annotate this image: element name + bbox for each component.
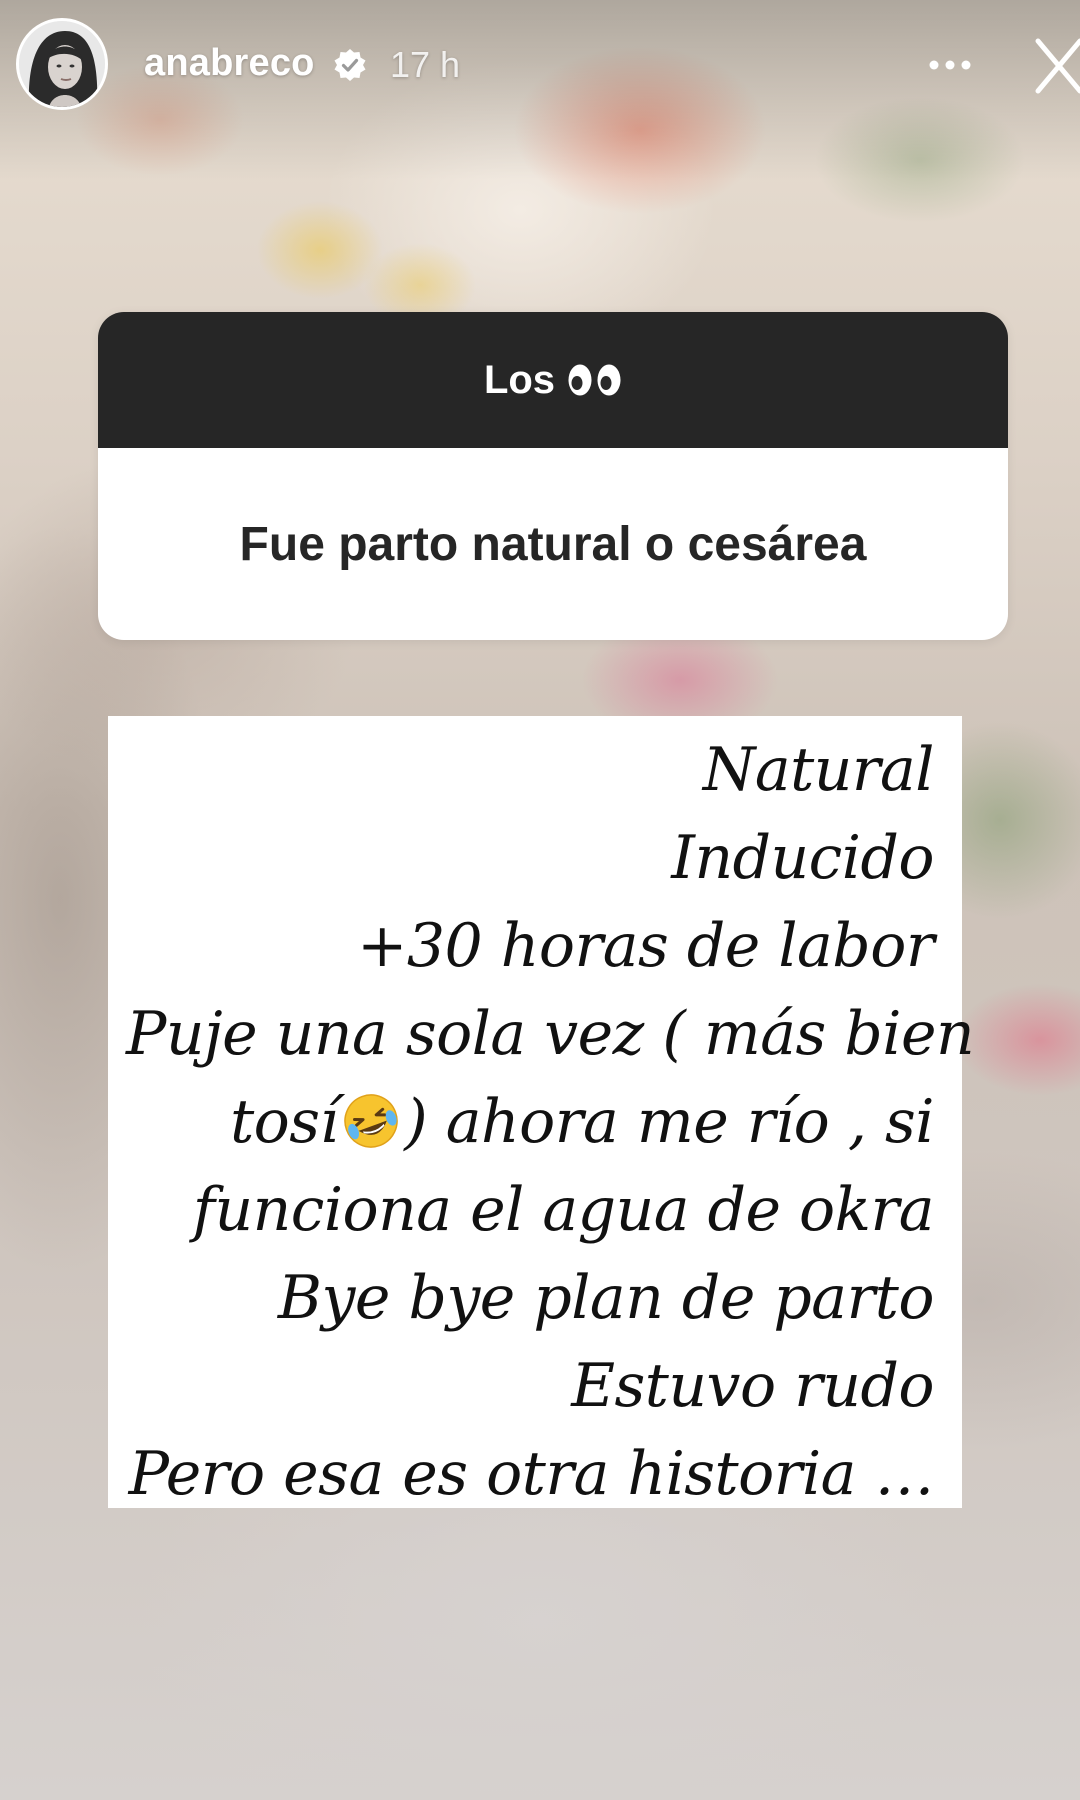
answer-line: Puje una sola vez ( más bien <box>126 999 975 1069</box>
question-sticker-header: Los <box>98 312 1008 448</box>
avatar[interactable] <box>16 18 108 110</box>
answer-line: funciona el agua de okra <box>192 1175 935 1245</box>
post-time: 17 h <box>390 44 461 85</box>
answer-line: Bye bye plan de parto <box>277 1263 935 1333</box>
answer-line: +30 horas de labor <box>357 911 934 981</box>
avatar-image <box>19 21 105 107</box>
close-button[interactable] <box>1030 35 1080 97</box>
question-asker: Los <box>483 357 556 402</box>
question-sticker[interactable]: Los Fue parto natural o cesárea <box>98 312 1008 640</box>
answer-line: Natural <box>702 735 935 805</box>
username[interactable]: anabreco <box>144 42 315 85</box>
close-icon <box>1035 38 1080 94</box>
answer-line: Inducido <box>671 823 934 893</box>
verified-badge-icon <box>334 49 366 81</box>
question-text: Fue parto natural o cesárea <box>239 517 867 571</box>
answer-line: Estuvo rudo <box>571 1351 934 1421</box>
answer-text-box: Natural Inducido +30 horas de labor Puje… <box>108 716 975 1509</box>
more-options-button[interactable] <box>920 40 980 90</box>
eyes-emoji-icon <box>567 363 622 397</box>
rolling-on-floor-laughing-emoji-icon <box>344 1094 399 1148</box>
more-options-icon <box>929 60 971 70</box>
story-header: anabreco 17 h <box>0 0 1080 130</box>
story-viewer[interactable]: anabreco 17 h Los Fue parto natural o ce… <box>0 0 1080 1800</box>
question-sticker-body: Fue parto natural o cesárea <box>98 448 1008 640</box>
answer-line: Pero esa es otra historia … <box>128 1439 935 1509</box>
answer-line-part: tosí <box>230 1087 339 1157</box>
answer-line-with-emoji: tosí ) ahora me río , si <box>126 1078 934 1166</box>
answer-line-part: ) ahora me río , si <box>404 1087 934 1157</box>
